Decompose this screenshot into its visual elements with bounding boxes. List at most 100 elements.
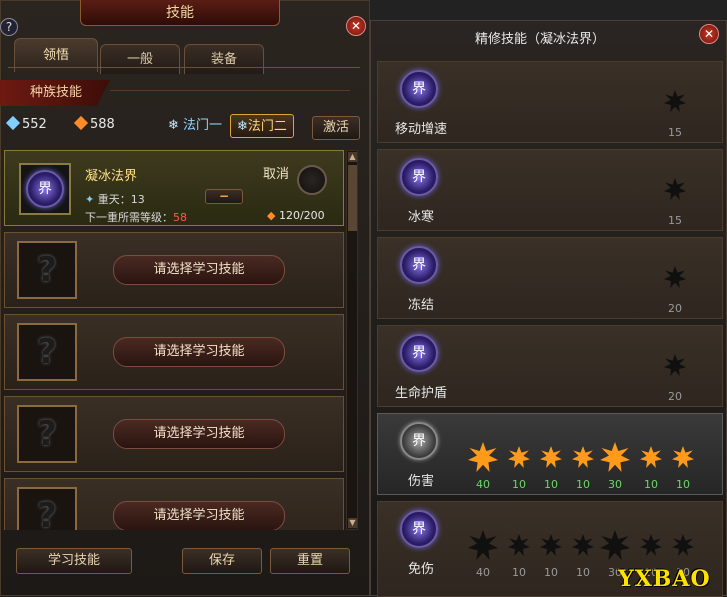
refine-row-damage[interactable]: 界 伤害 40 10 10 10 30 10 10	[377, 413, 723, 495]
empty-skill-slot[interactable]: ? 请选择学习技能	[4, 396, 344, 472]
refine-node-icon[interactable]	[540, 534, 562, 556]
activate-button[interactable]: 激活	[312, 116, 360, 140]
scroll-up-icon[interactable]: ▲	[348, 152, 357, 162]
skill-icon-frame: 界	[19, 163, 71, 215]
refine-node-icon[interactable]	[572, 446, 594, 468]
door-one-label: 法门一	[183, 118, 223, 133]
progress-text: 120/200	[278, 209, 325, 222]
minus-button[interactable]: −	[205, 189, 243, 204]
scroll-thumb[interactable]	[348, 165, 357, 231]
scroll-down-icon[interactable]: ▼	[348, 518, 357, 528]
refine-node-icon[interactable]	[640, 534, 662, 556]
refine-node-icon[interactable]	[468, 442, 498, 472]
skill-name: 凝冰法界	[85, 169, 138, 184]
frost-skill-icon: 界	[400, 510, 438, 548]
blue-currency: 552	[5, 115, 47, 132]
refine-skill-panel: 界 移动增速 15 界 冰寒 15 界 冻结 20 界 生命护盾 20 界 伤害…	[370, 20, 727, 597]
save-button[interactable]: 保存	[182, 548, 262, 574]
window-title: 技能	[80, 0, 280, 26]
refine-node-icon[interactable]	[508, 446, 530, 468]
refine-panel-title: 精修技能（凝冰法界）	[474, 32, 605, 47]
frost-skill-icon: 界	[26, 170, 64, 208]
refine-node-icon[interactable]	[664, 266, 686, 288]
refine-node-value: 40	[476, 566, 490, 579]
empty-skill-slot[interactable]: ? 请选择学习技能	[4, 478, 344, 530]
refine-node-icon[interactable]	[664, 90, 686, 112]
door-two[interactable]: ❄法门二	[230, 114, 294, 138]
orange-currency-value: 588	[90, 117, 115, 132]
refine-row[interactable]: 界 冰寒 15	[377, 149, 723, 231]
empty-skill-slot[interactable]: ? 请选择学习技能	[4, 232, 344, 308]
refine-node-icon[interactable]	[600, 442, 630, 472]
empty-skill-slot[interactable]: ? 请选择学习技能	[4, 314, 344, 390]
refine-node-icon[interactable]	[672, 446, 694, 468]
refine-row-label: 冰寒	[407, 210, 434, 225]
snowflake-icon: ❄	[168, 118, 179, 133]
refine-node-icon[interactable]	[572, 534, 594, 556]
star-icon: ✦	[85, 193, 95, 206]
orange-gem-icon	[73, 115, 89, 131]
refine-row-label: 生命护盾	[394, 386, 447, 401]
door-one[interactable]: ❄ 法门一	[162, 114, 228, 138]
skill-list-scrollbar[interactable]: ▲ ▼	[346, 150, 358, 530]
next-level-value: 58	[173, 211, 187, 224]
refine-row-label: 免伤	[407, 562, 434, 577]
refine-row[interactable]: 界 移动增速 15	[377, 61, 723, 143]
frost-skill-icon: 界	[400, 422, 438, 460]
refine-row[interactable]: 界 冻结 20	[377, 237, 723, 319]
refine-node-value: 10	[544, 478, 558, 491]
select-skill-button[interactable]: 请选择学习技能	[113, 419, 285, 449]
refine-node-value: 10	[576, 566, 590, 579]
blue-currency-value: 552	[22, 117, 47, 132]
blue-gem-icon	[5, 115, 21, 131]
question-mark-icon: ?	[17, 323, 77, 381]
refine-node-value: 10	[644, 478, 658, 491]
refine-node-icon[interactable]	[540, 446, 562, 468]
close-icon[interactable]: ✕	[346, 16, 366, 36]
refine-node-icon[interactable]	[468, 530, 498, 560]
refine-node-value: 10	[544, 566, 558, 579]
skill-slot-list: 界 凝冰法界 取消 ✦ 重天：13 − 下一重所需等级：58 ◆ 120/200…	[4, 150, 344, 530]
refine-node-value: 20	[668, 302, 682, 315]
refine-node-icon[interactable]	[664, 178, 686, 200]
learn-skill-button[interactable]: 学习技能	[16, 548, 132, 574]
frost-skill-icon: 界	[400, 334, 438, 372]
orange-currency: 588	[73, 115, 115, 132]
select-skill-button[interactable]: 请选择学习技能	[113, 255, 285, 285]
selected-skill-slot[interactable]: 界 凝冰法界 取消 ✦ 重天：13 − 下一重所需等级：58 ◆ 120/200	[4, 150, 344, 226]
frost-skill-icon: 界	[400, 246, 438, 284]
level-text: 重天：13	[97, 193, 145, 206]
refine-node-icon[interactable]	[672, 534, 694, 556]
refine-node-value: 10	[512, 478, 526, 491]
refine-row-label: 伤害	[407, 474, 434, 489]
cancel-link[interactable]: 取消	[263, 163, 289, 182]
reset-button[interactable]: 重置	[270, 548, 350, 574]
snowflake-icon: ❄	[237, 119, 248, 134]
help-icon[interactable]: ?	[0, 18, 18, 36]
refine-node-icon[interactable]	[664, 354, 686, 376]
question-mark-icon: ?	[17, 405, 77, 463]
refine-node-icon[interactable]	[600, 530, 630, 560]
refine-row[interactable]: 界 生命护盾 20	[377, 325, 723, 407]
question-mark-icon: ?	[17, 241, 77, 299]
refine-row-label: 冻结	[407, 298, 434, 313]
select-skill-button[interactable]: 请选择学习技能	[113, 337, 285, 367]
refine-node-icon[interactable]	[508, 534, 530, 556]
header-divider	[110, 90, 350, 91]
refine-node-value: 40	[476, 478, 490, 491]
refine-node-value: 30	[608, 478, 622, 491]
close-icon[interactable]: ✕	[699, 24, 719, 44]
empty-rune-slot[interactable]	[297, 165, 327, 195]
tab-general[interactable]: 一般	[100, 44, 180, 74]
watermark-logo: YXBAO	[618, 566, 711, 592]
progress-line: ◆ 120/200	[267, 209, 325, 222]
level-line: ✦ 重天：13	[85, 191, 145, 207]
refine-node-icon[interactable]	[640, 446, 662, 468]
refine-node-value: 10	[576, 478, 590, 491]
refine-node-value: 20	[668, 390, 682, 403]
frost-skill-icon: 界	[400, 70, 438, 108]
tab-divider	[8, 67, 360, 68]
orange-gem-icon: ◆	[267, 209, 276, 222]
tab-equipment[interactable]: 装备	[184, 44, 264, 74]
select-skill-button[interactable]: 请选择学习技能	[113, 501, 285, 530]
